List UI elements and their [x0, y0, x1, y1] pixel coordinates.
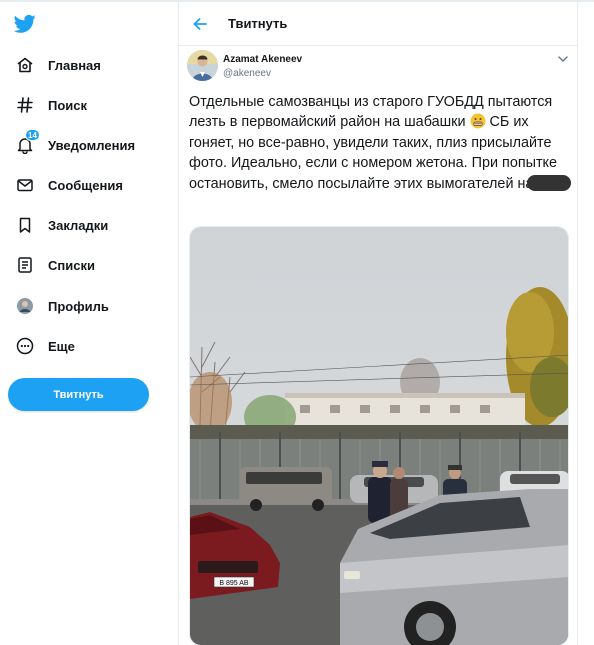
page-title: Твитнуть — [228, 16, 288, 31]
author-name[interactable]: Azamat Akeneev — [223, 54, 302, 65]
bell-icon: 14 — [14, 129, 40, 156]
avatar-icon — [14, 295, 36, 317]
nav-notifications[interactable]: 14 Уведомления — [8, 128, 135, 162]
nav-explore[interactable]: Поиск — [8, 88, 87, 122]
home-icon — [14, 54, 36, 76]
nav-messages-label: Сообщения — [48, 177, 123, 193]
scrollbar-track[interactable] — [578, 2, 594, 645]
nav-lists[interactable]: Списки — [8, 248, 95, 282]
license-plate-text: B 895 AB — [219, 580, 249, 587]
nav-messages[interactable]: Сообщения — [8, 168, 123, 202]
bookmark-icon — [14, 214, 36, 236]
tweet-text: Отдельные самозванцы из старого ГУОБДД п… — [189, 92, 573, 194]
twitter-logo-icon[interactable] — [14, 14, 36, 34]
tweet-detail-column: Твитнуть Azamat Akeneev @akeneev Отдельн… — [178, 2, 578, 645]
nav-profile[interactable]: Профиль — [8, 289, 109, 323]
back-arrow-icon[interactable] — [192, 16, 208, 32]
nav-home[interactable]: Главная — [8, 48, 101, 82]
nav-more-label: Еще — [48, 338, 75, 354]
nav-profile-label: Профиль — [48, 298, 109, 314]
grimacing-emoji-icon — [470, 113, 485, 129]
nav-bookmarks-label: Закладки — [48, 217, 109, 233]
nav-notifications-label: Уведомления — [48, 137, 136, 153]
more-circle-icon — [14, 335, 36, 357]
nav-more[interactable]: Еще — [8, 329, 75, 363]
author-handle[interactable]: @akeneev — [223, 68, 271, 79]
compose-tweet-button[interactable]: Твитнуть — [8, 378, 149, 411]
tweet-photo[interactable]: B 895 AB — [189, 226, 569, 645]
hashtag-icon — [14, 94, 36, 116]
redacted-word-mark — [527, 174, 572, 191]
author-avatar[interactable] — [187, 50, 218, 81]
notifications-badge: 14 — [25, 129, 40, 141]
nav-lists-label: Списки — [48, 257, 95, 273]
envelope-icon — [14, 174, 36, 196]
nav-home-label: Главная — [48, 57, 101, 73]
nav-bookmarks[interactable]: Закладки — [8, 208, 108, 242]
chevron-down-icon[interactable] — [557, 54, 569, 64]
nav-explore-label: Поиск — [48, 97, 88, 113]
sidebar: Главная Поиск 14 Уведомления Сообщения З… — [0, 0, 178, 645]
page-header: Твитнуть — [179, 2, 577, 46]
list-icon — [14, 254, 36, 276]
